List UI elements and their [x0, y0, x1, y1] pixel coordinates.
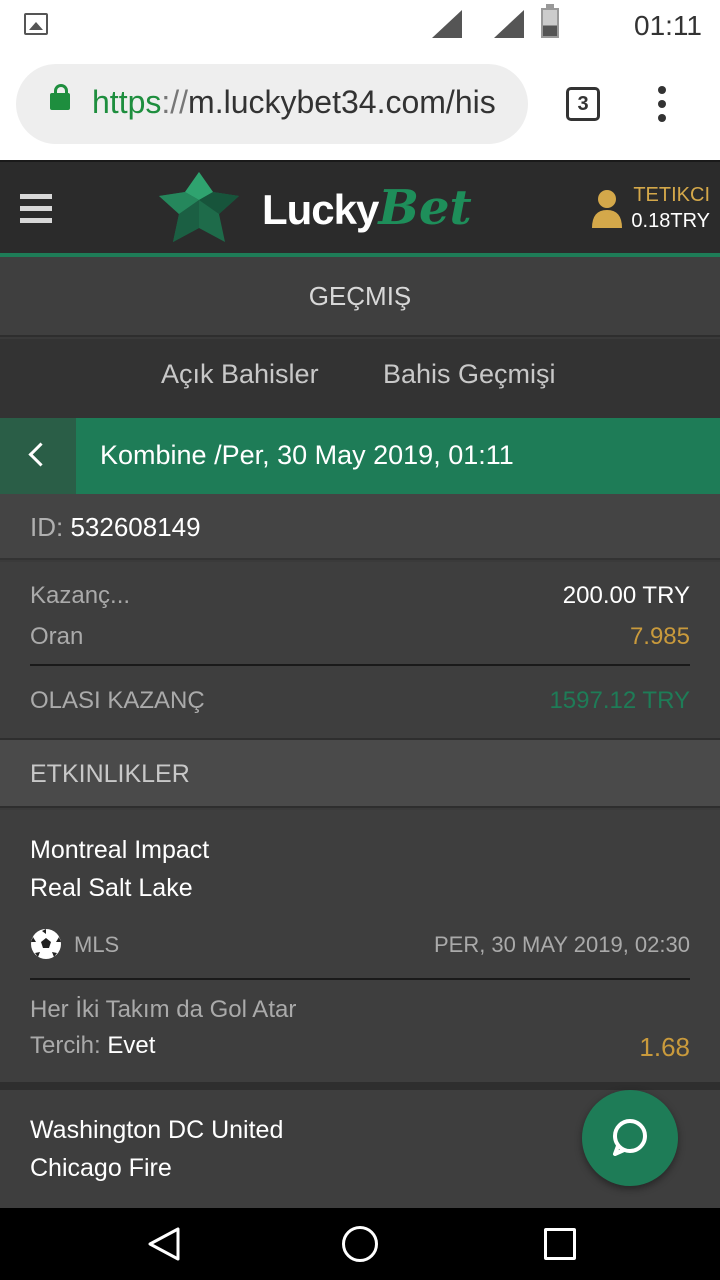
- potential-win-value: 1597.12 TRY: [549, 687, 690, 714]
- market-name: Her İki Takım da Gol Atar: [30, 996, 297, 1023]
- chat-bubble-icon: [613, 1119, 647, 1156]
- bet-title-bar: Kombine /Per, 30 May 2019, 01:11: [0, 418, 720, 494]
- event-divider: [30, 978, 690, 980]
- home-team-2: Washington DC United: [30, 1116, 284, 1144]
- stake-value: 200.00 TRY: [562, 582, 690, 609]
- bet-id-row: ID: 532608149: [0, 494, 720, 560]
- logo-bet: Bet: [378, 180, 472, 236]
- nav-back-icon[interactable]: [146, 1226, 182, 1262]
- away-team: Real Salt Lake: [30, 874, 193, 902]
- events-header-label: ETKINLIKLER: [30, 760, 190, 788]
- username[interactable]: TETIKCI: [633, 184, 710, 207]
- home-team: Montreal Impact: [30, 836, 210, 864]
- selection-label: Tercih:: [30, 1032, 108, 1059]
- logo-text: LuckyBet: [262, 180, 472, 240]
- selection: Tercih: Evet: [30, 1032, 155, 1060]
- nav-recents-icon[interactable]: [544, 1228, 576, 1260]
- app-header: LuckyBet TETIKCI 0.18TRY: [0, 160, 720, 253]
- odds-value: 7.985: [629, 623, 690, 650]
- selection-odds: 1.68: [639, 1032, 690, 1062]
- bet-id: ID: 532608149: [30, 512, 201, 543]
- image-notification-icon: [24, 13, 48, 35]
- bet-title: Kombine /Per, 30 May 2019, 01:11: [100, 440, 514, 470]
- bet-id-value: 532608149: [70, 512, 201, 542]
- signal-icon-2: [494, 10, 524, 38]
- logo-lucky: Lucky: [262, 186, 379, 233]
- away-team-2: Chicago Fire: [30, 1154, 172, 1182]
- chat-button[interactable]: [582, 1090, 678, 1186]
- stake-label: Kazanç...: [30, 582, 131, 609]
- event-item: Montreal Impact Real Salt Lake MLS PER, …: [0, 810, 720, 1082]
- url-path: m.luckybet34.com/his: [188, 84, 496, 120]
- nav-home-icon[interactable]: [342, 1226, 378, 1262]
- page-title: GEÇMIŞ: [0, 257, 720, 337]
- bet-id-label: ID:: [30, 512, 71, 542]
- browser-menu-icon[interactable]: [658, 86, 668, 126]
- logo-star-icon: [159, 172, 239, 242]
- soccer-ball-icon: [31, 929, 61, 959]
- history-tabs: Açık Bahisler Bahis Geçmişi: [0, 339, 720, 418]
- browser-toolbar: https://m.luckybet34.com/his 3: [0, 50, 720, 160]
- lock-icon: [50, 84, 70, 110]
- potential-win-label: OLASI KAZANÇ: [30, 687, 205, 714]
- user-icon[interactable]: [590, 188, 624, 228]
- tab-bet-history[interactable]: Bahis Geçmişi: [383, 359, 556, 390]
- status-time: 01:11: [634, 10, 702, 41]
- signal-icon: [432, 10, 462, 38]
- url-scheme: https: [92, 84, 162, 120]
- back-button[interactable]: [0, 418, 76, 494]
- battery-icon: [541, 4, 559, 38]
- odds-label: Oran: [30, 623, 84, 650]
- system-nav-bar: [0, 1208, 720, 1280]
- event-date: PER, 30 MAY 2019, 02:30: [433, 932, 690, 957]
- address-bar[interactable]: https://m.luckybet34.com/his: [16, 64, 528, 144]
- events-header: ETKINLIKLER: [0, 738, 720, 808]
- status-bar: 01:11: [0, 0, 720, 50]
- selection-value: Evet: [107, 1032, 156, 1059]
- hamburger-icon[interactable]: [20, 194, 52, 224]
- event-separator: [0, 1082, 720, 1090]
- summary-divider: [30, 664, 690, 666]
- bet-summary: Kazanç... 200.00 TRY Oran 7.985 OLASI KA…: [0, 562, 720, 738]
- tab-switcher-button[interactable]: 3: [566, 87, 600, 121]
- account-balance: 0.18TRY: [631, 210, 710, 232]
- url-text[interactable]: https://m.luckybet34.com/his: [92, 84, 508, 121]
- tab-open-bets[interactable]: Açık Bahisler: [161, 359, 319, 390]
- league-name: MLS: [74, 932, 120, 957]
- url-separator: ://: [161, 84, 189, 120]
